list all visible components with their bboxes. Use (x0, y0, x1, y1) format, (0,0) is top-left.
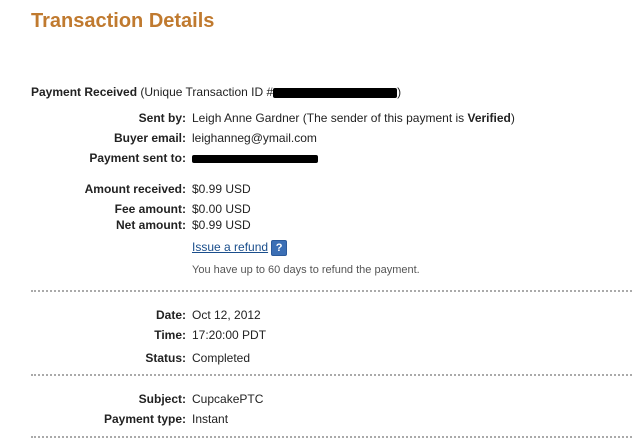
subject-value: CupcakePTC (192, 392, 264, 406)
net-amount-label: Net amount: (116, 218, 186, 232)
sent-by-close: ) (510, 111, 515, 125)
sent-by-label: Sent by: (138, 111, 186, 125)
divider-1 (31, 290, 632, 292)
payment-sent-to-label: Payment sent to: (89, 151, 186, 165)
payment-type-value: Instant (192, 412, 229, 426)
buyer-email-label: Buyer email: (113, 131, 186, 145)
fee-amount-label: Fee amount: (114, 202, 186, 216)
buyer-email-value: leighanneg@ymail.com (192, 131, 317, 145)
page-title: Transaction Details (31, 10, 215, 32)
issue-refund-link[interactable]: Issue a refund (192, 240, 268, 254)
divider-2 (31, 374, 632, 376)
payment-received-line: Payment Received (Unique Transaction ID … (31, 85, 401, 99)
refund-note: You have up to 60 days to refund the pay… (192, 264, 420, 276)
payment-type-label: Payment type: (103, 412, 186, 426)
transaction-id-redaction (273, 87, 398, 98)
amount-received-value: $0.99 USD (192, 182, 251, 196)
payment-sent-to-value (192, 151, 318, 165)
help-icon[interactable]: ? (271, 240, 288, 256)
date-value: Oct 12, 2012 (192, 308, 261, 322)
recipient-email-redaction (192, 154, 318, 163)
transaction-id-suffix: ) (397, 85, 402, 99)
transaction-id-prefix: (Unique Transaction ID # (137, 85, 274, 99)
subject-label: Subject: (138, 392, 186, 406)
issue-refund-row: Issue a refund? (192, 240, 288, 256)
sent-by-name: Leigh Anne Gardner (The sender of this p… (192, 111, 468, 125)
sent-by-value: Leigh Anne Gardner (The sender of this p… (192, 111, 515, 125)
net-amount-value: $0.99 USD (192, 218, 251, 232)
fee-amount-value: $0.00 USD (192, 202, 251, 216)
payment-received-heading: Payment Received (31, 85, 138, 99)
time-label: Time: (154, 328, 186, 342)
status-label: Status: (145, 351, 186, 365)
divider-3 (31, 436, 632, 438)
time-value: 17:20:00 PDT (192, 328, 267, 342)
amount-received-label: Amount received: (84, 182, 186, 196)
verified-status: Verified (467, 111, 511, 125)
status-value: Completed (192, 351, 251, 365)
date-label: Date: (155, 308, 186, 322)
